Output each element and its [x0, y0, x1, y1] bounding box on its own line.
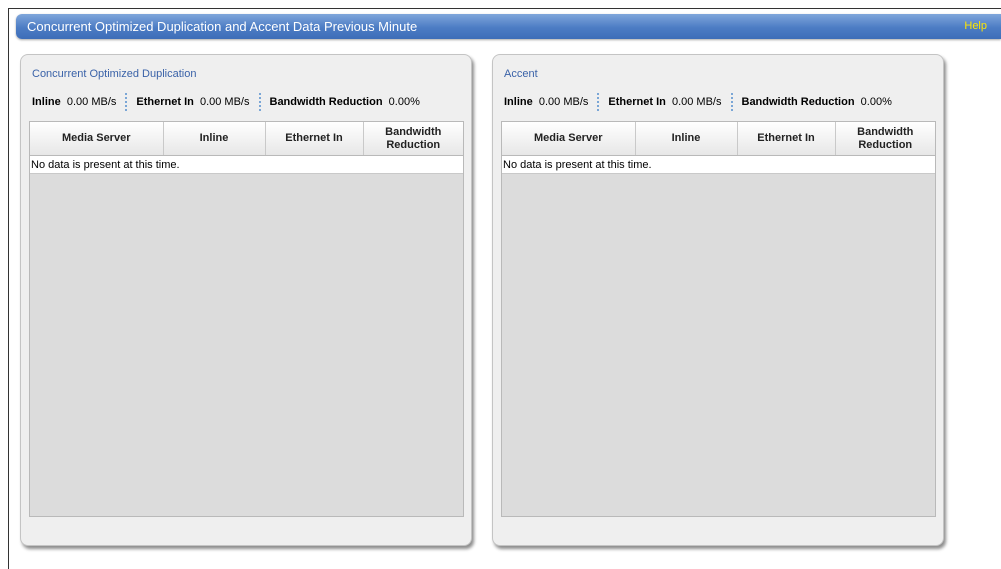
stats-row: Inline 0.00 MB/s Ethernet In 0.00 MB/s Ban… [504, 93, 892, 111]
stat-value: 0.00 MB/s [538, 96, 589, 108]
stat-label: Inline [32, 96, 61, 108]
media-server-grid: Media Server Inline Ethernet In Bandwidt… [29, 121, 464, 517]
section-title-bar: Concurrent Optimized Duplication and Acc… [16, 14, 1001, 39]
stat-value: 0.00% [388, 96, 420, 108]
help-link[interactable]: Help [964, 20, 987, 32]
media-server-table: Media Server Inline Ethernet In Bandwidt… [502, 122, 935, 174]
stat-separator [730, 93, 733, 111]
empty-message: No data is present at this time. [502, 155, 935, 174]
stat-bandwidth-reduction: Bandwidth Reduction 0.00% [742, 96, 892, 108]
stat-ethernet-in: Ethernet In 0.00 MB/s [608, 96, 721, 108]
column-header-inline[interactable]: Inline [635, 122, 738, 156]
column-header-inline[interactable]: Inline [163, 122, 266, 156]
stat-label: Ethernet In [608, 96, 666, 108]
panel-footer [21, 515, 471, 545]
stats-row: Inline 0.00 MB/s Ethernet In 0.00 MB/s Ban… [32, 93, 420, 111]
column-header-ethernet-in[interactable]: Ethernet In [265, 122, 364, 156]
table-row: No data is present at this time. [502, 155, 935, 174]
stat-bandwidth-reduction: Bandwidth Reduction 0.00% [270, 96, 420, 108]
stat-ethernet-in: Ethernet In 0.00 MB/s [136, 96, 249, 108]
media-server-table: Media Server Inline Ethernet In Bandwidt… [30, 122, 463, 174]
stat-label: Inline [504, 96, 533, 108]
stat-value: 0.00 MB/s [199, 96, 250, 108]
column-header-media-server[interactable]: Media Server [30, 122, 164, 156]
column-header-ethernet-in[interactable]: Ethernet In [737, 122, 836, 156]
panel-title: Concurrent Optimized Duplication [32, 68, 197, 80]
stat-label: Bandwidth Reduction [269, 96, 383, 108]
stat-inline: Inline 0.00 MB/s [504, 96, 588, 108]
stat-inline: Inline 0.00 MB/s [32, 96, 116, 108]
section-title: Concurrent Optimized Duplication and Acc… [27, 19, 418, 34]
stat-separator [125, 93, 128, 111]
stat-value: 0.00 MB/s [671, 96, 722, 108]
stat-label: Ethernet In [136, 96, 194, 108]
stat-separator [258, 93, 261, 111]
empty-message: No data is present at this time. [30, 155, 463, 174]
table-row: No data is present at this time. [30, 155, 463, 174]
stat-separator [597, 93, 600, 111]
column-header-media-server[interactable]: Media Server [502, 122, 636, 156]
panel-footer [493, 515, 943, 545]
column-header-bandwidth-reduction[interactable]: Bandwidth Reduction [835, 122, 935, 156]
media-server-grid: Media Server Inline Ethernet In Bandwidt… [501, 121, 936, 517]
stat-value: 0.00% [860, 96, 892, 108]
stat-value: 0.00 MB/s [66, 96, 117, 108]
panel-title: Accent [504, 68, 538, 80]
accent-panel: Accent Inline 0.00 MB/s Ethernet In 0.00 … [492, 54, 944, 546]
duplication-panel: Concurrent Optimized Duplication Inline … [20, 54, 472, 546]
stat-label: Bandwidth Reduction [741, 96, 855, 108]
column-header-bandwidth-reduction[interactable]: Bandwidth Reduction [363, 122, 463, 156]
